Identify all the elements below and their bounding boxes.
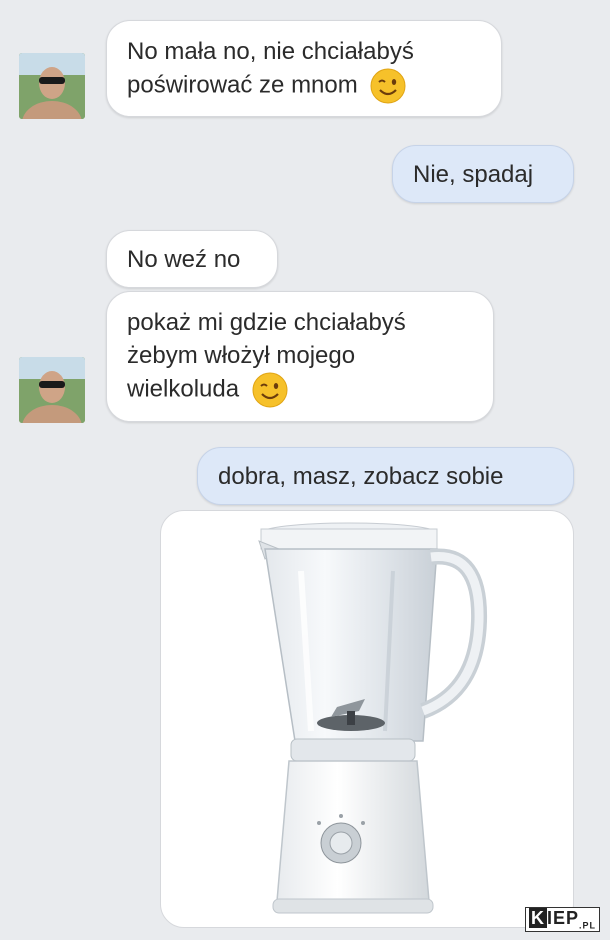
message-text: poświrować ze mnom [127,71,358,99]
chat-thread: No mała no, nie chciałabyś poświrować ze… [0,0,610,940]
message-text: wielkoluda [127,375,240,403]
outgoing-message[interactable]: Nie, spadaj [392,145,574,203]
avatar-photo-icon [19,357,85,423]
message-text: Nie, spadaj [413,161,534,188]
incoming-message[interactable]: No weź no [106,230,278,288]
watermark-suffix: .PL [578,921,596,931]
blender-image-icon [258,522,488,914]
message-text: No weź no [127,246,241,273]
message-line: poświrować ze mnom [127,68,481,104]
sender-avatar[interactable] [19,357,85,423]
sender-avatar[interactable] [19,53,85,119]
message-line: żebym włożył mojego [127,342,356,369]
incoming-message[interactable]: No mała no, nie chciałabyś poświrować ze… [106,20,502,117]
wink-emoji-icon [370,68,406,104]
incoming-message[interactable]: pokaż mi gdzie chciałabyś żebym włożył m… [106,291,494,422]
outgoing-message[interactable]: dobra, masz, zobacz sobie [197,447,574,505]
message-line: No mała no, nie chciałabyś [127,38,414,65]
message-line: wielkoluda [127,372,473,408]
wink-emoji-icon [252,372,288,408]
watermark-k: K [528,908,547,929]
message-line: pokaż mi gdzie chciałabyś [127,309,406,336]
avatar-photo-icon [19,53,85,119]
message-text: dobra, masz, zobacz sobie [218,463,504,490]
watermark-brand: IEP [546,908,579,929]
site-watermark: K IEP.PL [524,907,600,932]
image-attachment[interactable] [160,510,574,928]
